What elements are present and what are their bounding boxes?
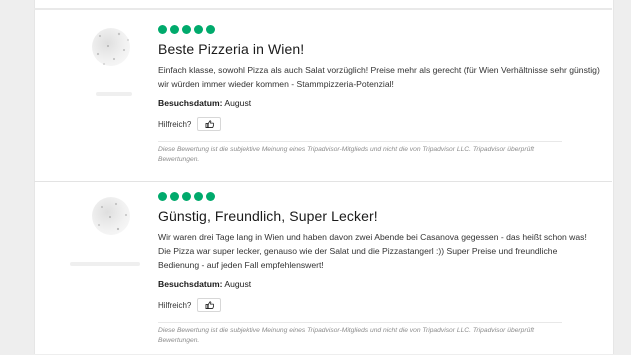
rating-bubble <box>194 24 203 34</box>
review-text: Wir waren drei Tage lang in Wien und hab… <box>158 232 587 270</box>
review-disclaimer: Diese Bewertung ist die subjektive Meinu… <box>158 146 535 163</box>
helpful-row: Hilfreich? <box>158 298 600 312</box>
top-divider <box>34 8 612 10</box>
rating-bubble <box>158 24 167 34</box>
rating-bubble <box>206 191 215 201</box>
rating-bubbles <box>158 24 600 34</box>
reviewer-name-placeholder <box>96 92 132 96</box>
helpful-label: Hilfreich? <box>158 119 192 129</box>
visit-date-value: August <box>224 98 252 108</box>
thumbs-up-icon <box>205 301 214 309</box>
review-text: Einfach klasse, sowohl Pizza als auch Sa… <box>158 65 600 89</box>
reviewer-avatar[interactable] <box>86 26 138 70</box>
rating-bubble <box>194 191 203 201</box>
rating-bubble <box>170 24 179 34</box>
rating-bubble <box>158 191 167 201</box>
review-card: Günstig, Freundlich, Super Lecker! Wir w… <box>34 181 612 355</box>
visit-date: Besuchsdatum: August <box>158 98 600 108</box>
helpful-row: Hilfreich? <box>158 117 600 131</box>
rating-bubbles <box>158 191 600 201</box>
rating-bubble <box>206 24 215 34</box>
helpful-button[interactable] <box>197 298 222 312</box>
visit-date-value: August <box>224 279 252 289</box>
visit-date-label: Besuchsdatum: <box>158 279 223 289</box>
review-title[interactable]: Beste Pizzeria in Wien! <box>158 41 600 57</box>
visit-date: Besuchsdatum: August <box>158 279 600 289</box>
review-disclaimer: Diese Bewertung ist die subjektive Meinu… <box>158 327 535 344</box>
rating-bubble <box>182 24 191 34</box>
rating-bubble <box>182 191 191 201</box>
reviewer-name-placeholder <box>70 262 140 266</box>
helpful-button[interactable] <box>197 117 222 131</box>
avatar-texture <box>96 32 129 65</box>
reviewer-avatar[interactable] <box>86 195 138 239</box>
disclaimer-divider <box>158 141 562 142</box>
review-content: Günstig, Freundlich, Super Lecker! Wir w… <box>158 191 600 345</box>
visit-date-label: Besuchsdatum: <box>158 98 223 108</box>
disclaimer-divider <box>158 322 562 323</box>
review-card: Beste Pizzeria in Wien! Einfach klasse, … <box>34 14 612 180</box>
thumbs-up-icon <box>205 120 214 128</box>
avatar-texture <box>98 202 127 231</box>
helpful-label: Hilfreich? <box>158 300 192 310</box>
review-title[interactable]: Günstig, Freundlich, Super Lecker! <box>158 208 600 224</box>
rating-bubble <box>170 191 179 201</box>
review-content: Beste Pizzeria in Wien! Einfach klasse, … <box>158 24 600 164</box>
